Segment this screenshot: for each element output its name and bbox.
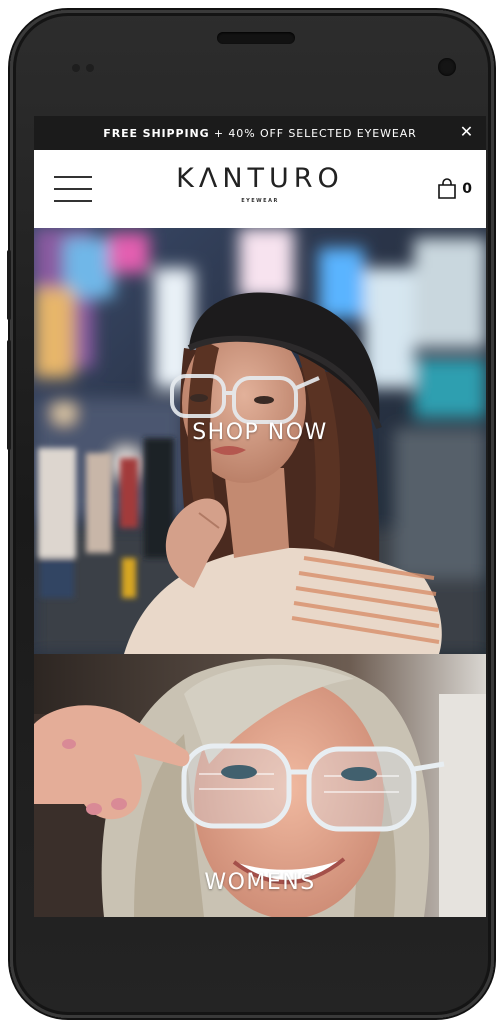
phone-sensor — [72, 64, 80, 72]
shop-now-label: SHOP NOW — [192, 420, 328, 445]
phone-screen: FREE SHIPPING + 40% OFF SELECTED EYEWEAR… — [34, 116, 486, 917]
category-banner-womens[interactable]: WOMENS — [34, 654, 486, 917]
womens-label: WOMENS — [204, 870, 316, 895]
brand-logo[interactable]: KΛNTURO EYEWEAR — [34, 163, 486, 204]
promo-bar: FREE SHIPPING + 40% OFF SELECTED EYEWEAR… — [34, 116, 486, 150]
hamburger-menu-icon[interactable] — [54, 176, 92, 202]
phone-side-button — [7, 340, 11, 450]
site-header: KΛNTURO EYEWEAR 0 — [34, 150, 486, 228]
logo-name: KΛNTURO — [176, 163, 344, 194]
cart-button[interactable]: 0 — [437, 178, 472, 200]
close-icon[interactable]: ✕ — [460, 122, 474, 141]
logo-subtitle: EYEWEAR — [241, 198, 279, 204]
hero-banner-shop-now[interactable]: SHOP NOW — [34, 228, 486, 654]
phone-camera — [438, 58, 456, 76]
phone-sensor — [86, 64, 94, 72]
promo-text: FREE SHIPPING + 40% OFF SELECTED EYEWEAR — [103, 126, 417, 140]
phone-side-button — [7, 250, 11, 320]
phone-speaker — [217, 32, 295, 44]
shopping-bag-icon — [438, 178, 457, 199]
cart-count: 0 — [462, 181, 472, 197]
